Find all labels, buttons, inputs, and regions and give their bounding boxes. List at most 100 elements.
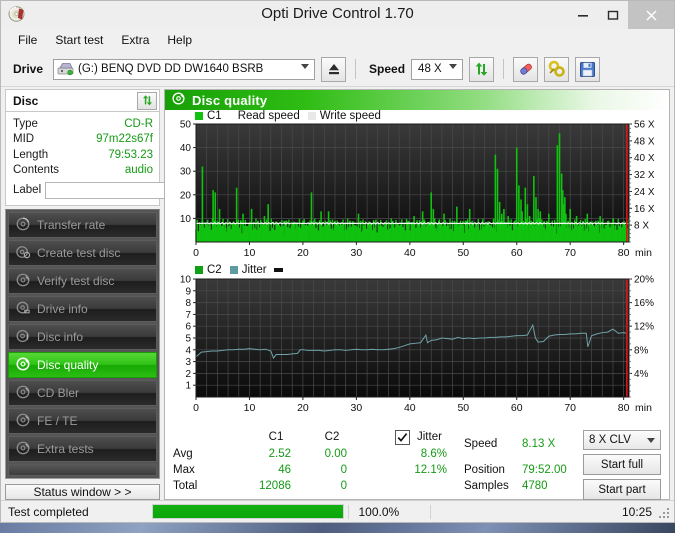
eject-button[interactable] [321,57,346,82]
status-bar: Test completed 100.0% 10:25 [1,500,674,522]
disc-icon [16,441,30,458]
svg-text:70: 70 [564,247,576,259]
disc-icon [16,217,30,234]
disc-panel-title: Disc [13,94,38,108]
sidebar-item-cd-bler[interactable]: CD Bler [8,380,157,406]
disc-info-rows: Type CD-R MID 97m22s67f Length 79:53.23 … [6,112,159,205]
panel-title: Disc quality [192,93,267,108]
svg-text:10: 10 [244,247,256,259]
svg-text:48 X: 48 X [634,136,655,147]
disc-label-row: Label [13,180,153,200]
svg-text:9: 9 [185,286,191,297]
svg-text:16 X: 16 X [634,204,655,215]
sidebar-item-verify-test-disc[interactable]: Verify test disc [8,268,157,294]
chart2-canvas: 123456789104%8%12%16%20%0102030405060708… [165,264,671,419]
speed-label: Speed [464,438,497,450]
sidebar-item-disc-quality[interactable]: Disc quality [8,352,157,378]
drive-icon [57,62,74,76]
start-part-button[interactable]: Start part [583,479,661,500]
svg-text:0: 0 [193,247,199,259]
elapsed-time: 10:25 [430,505,674,519]
menu-item-extra[interactable]: Extra [112,31,158,49]
svg-text:8%: 8% [634,345,649,356]
disc-icon [16,357,30,374]
svg-text:20: 20 [180,190,192,201]
drive-label: Drive [13,62,43,76]
svg-text:40 X: 40 X [634,153,655,164]
sidebar-item-disc-info[interactable]: Disc info [8,324,157,350]
menu-item-help[interactable]: Help [158,31,201,49]
write-strategy-select[interactable]: 8 X CLV [583,430,661,450]
menu-bar: File Start test Extra Help [1,29,674,52]
position-label: Position [464,464,505,476]
sidebar-item-label: Extra tests [37,442,94,456]
svg-text:4: 4 [185,345,191,356]
disc-icon [172,92,185,108]
save-button[interactable] [575,57,600,82]
svg-text:8: 8 [185,298,191,309]
disc-icon [16,245,30,262]
jitter-checkbox[interactable] [395,430,410,446]
sidebar: Disc Type CD-R MID 97m2 [1,87,164,500]
panel-header: Disc quality [165,90,669,110]
chart1-canvas: 10203040508 X16 X24 X32 X40 X48 X56 X010… [165,110,671,264]
chevron-down-icon [647,438,655,443]
svg-text:4%: 4% [634,369,649,380]
sidebar-item-label: Disc quality [37,358,98,372]
close-button[interactable] [628,1,674,29]
resize-grip[interactable] [659,508,671,520]
navigation-list: Transfer rate Create test disc Verify te… [5,209,160,479]
svg-text:10: 10 [180,275,192,286]
disc-icon [16,385,30,402]
svg-text:20: 20 [297,402,309,414]
charts-area: C1 Read speed Write speed 10203040508 X1… [165,110,669,427]
svg-text:30: 30 [180,167,192,178]
stat-c2-avg: 0.00 [291,448,347,460]
refresh-button[interactable] [469,57,494,82]
speed-value: 8.13 X [522,438,555,450]
erase-button[interactable] [513,57,538,82]
svg-text:60: 60 [511,402,523,414]
disc-row-length: Length 79:53.23 [13,147,153,163]
svg-text:40: 40 [404,402,416,414]
svg-text:8 X: 8 X [634,221,649,232]
stat-jitter-max: 12.1% [379,464,447,476]
svg-text:16%: 16% [634,298,654,309]
svg-text:1: 1 [185,381,191,392]
speed-select-value: 48 X [418,63,442,75]
svg-text:30: 30 [351,247,363,259]
drive-select[interactable]: (G:) BENQ DVD DD DW1640 BSRB [53,59,315,80]
c2-jitter-chart: C2 Jitter 123456789104%8%12%16%20%010203… [165,264,669,419]
minimize-button[interactable] [568,1,598,29]
application-window: Opti Drive Control 1.70 File Start test … [0,0,675,523]
sidebar-item-create-test-disc[interactable]: Create test disc [8,240,157,266]
svg-text:5: 5 [185,334,191,345]
speed-select[interactable]: 48 X [411,59,463,80]
sidebar-item-extra-tests[interactable]: Extra tests [8,436,157,462]
svg-text:30: 30 [351,402,363,414]
tools-button[interactable] [544,57,569,82]
disc-refresh-button[interactable] [137,92,157,110]
start-full-button[interactable]: Start full [583,454,661,475]
stat-row-label-max: Max [173,464,195,476]
svg-text:24 X: 24 X [634,187,655,198]
menu-item-file[interactable]: File [9,31,46,49]
svg-text:50: 50 [457,402,469,414]
error-statistics-grid: C1 C2 Avg 2.52 0.00 8.6% Max 46 0 12.1% … [165,429,460,499]
sidebar-item-fe-te[interactable]: FE / TE [8,408,157,434]
menu-item-start-test[interactable]: Start test [46,31,112,49]
stat-c1-avg: 2.52 [235,448,291,460]
position-value: 79:52.00 [522,464,567,476]
progress-bar [152,504,344,519]
sidebar-item-drive-info[interactable]: Drive info [8,296,157,322]
maximize-button[interactable] [598,1,628,29]
disc-row-key: Type [13,118,38,130]
status-window-button[interactable]: Status window > > [5,484,160,500]
sidebar-item-label: Drive info [37,302,88,316]
title-bar: Opti Drive Control 1.70 [1,1,674,29]
disc-row-contents: Contents audio [13,163,153,179]
stat-header-c2: C2 [317,431,347,443]
sidebar-item-label: Create test disc [37,246,120,260]
sidebar-item-transfer-rate[interactable]: Transfer rate [8,212,157,238]
stat-c2-total: 0 [291,480,347,492]
